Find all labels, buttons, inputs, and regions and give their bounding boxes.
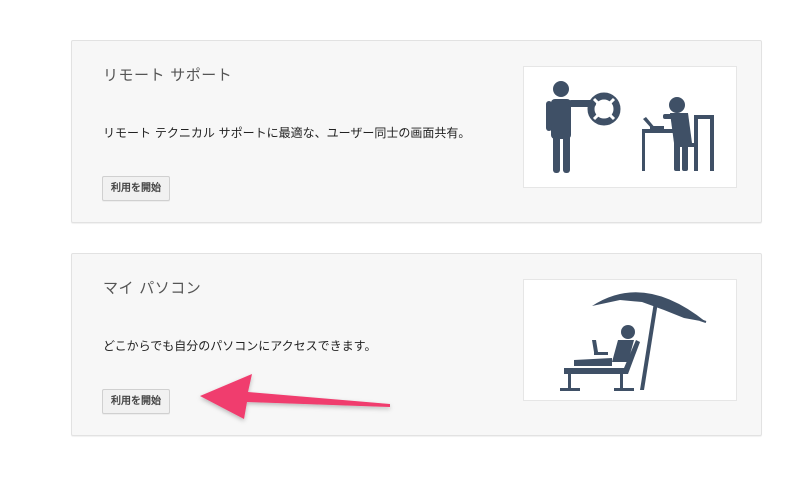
remote-support-start-button[interactable]: 利用を開始 (102, 176, 170, 201)
my-computer-description: どこからでも自分のパソコンにアクセスできます。 (103, 339, 377, 353)
beach-laptop-illustration-icon (560, 292, 707, 391)
my-computer-start-button[interactable]: 利用を開始 (102, 389, 170, 414)
remote-support-title: リモート サポート (103, 66, 233, 84)
remote-support-card: リモート サポート リモート テクニカル サポートに最適な、ユーザー同士の画面共… (71, 40, 762, 223)
remote-support-illustration-icon (546, 81, 714, 173)
remote-support-illustration (523, 66, 737, 188)
beach-laptop-illustration (523, 279, 737, 401)
my-computer-card: マイ パソコン どこからでも自分のパソコンにアクセスできます。 利用を開始 (71, 253, 762, 436)
remote-support-description: リモート テクニカル サポートに最適な、ユーザー同士の画面共有。 (103, 126, 471, 140)
my-computer-title: マイ パソコン (103, 279, 202, 297)
